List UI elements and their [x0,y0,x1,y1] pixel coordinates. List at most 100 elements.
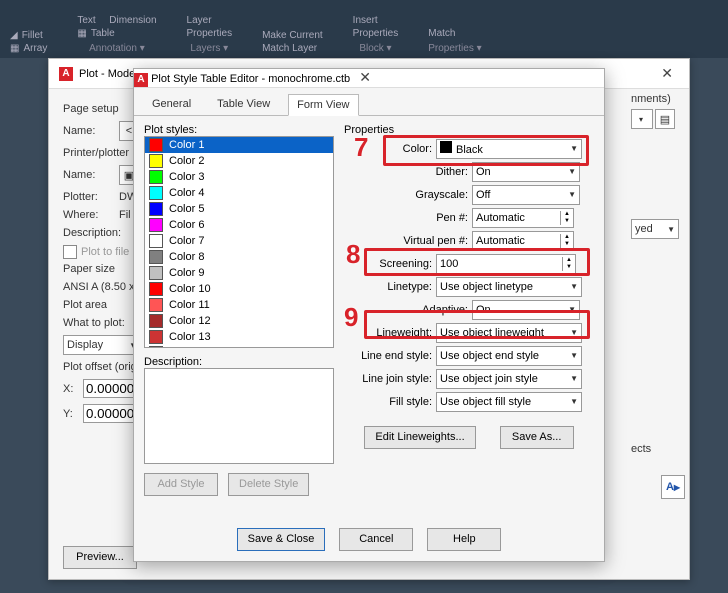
edit-lineweights-button[interactable]: Edit Lineweights... [364,426,475,449]
where-value: Fil [119,209,131,221]
line-join-label: Line join style: [344,373,432,385]
ribbon-text[interactable]: Text [77,15,95,26]
list-item[interactable]: Color 12 [145,313,333,329]
dither-select[interactable]: On▼ [472,162,580,182]
lineweight-select[interactable]: Use object lineweight▼ [436,323,582,343]
list-item-label: Color 3 [169,171,204,183]
color-swatch-icon [149,330,163,344]
pen-spinner[interactable]: Automatic▲▼ [472,208,574,228]
linetype-select[interactable]: Use object linetype▼ [436,277,582,297]
plot-to-file-checkbox[interactable] [63,245,77,259]
name-label: Name: [63,125,113,137]
fill-label: Fill style: [344,396,432,408]
ribbon-table[interactable]: ▦ Table [77,28,156,39]
ribbon-match-layer[interactable]: Match Layer [262,43,323,54]
delete-style-button: Delete Style [228,473,309,496]
save-as-button[interactable]: Save As... [500,426,574,449]
ribbon-layers-label: Layers ▾ [187,41,233,54]
screening-label: Screening: [344,258,432,270]
line-join-select[interactable]: Use object join style▼ [436,369,582,389]
list-item-label: Color 8 [169,251,204,263]
color-swatch-icon [149,154,163,168]
list-item-label: Color 10 [169,283,211,295]
grayscale-select[interactable]: Off▼ [472,185,580,205]
color-swatch-icon [149,282,163,296]
description-textarea[interactable] [144,368,334,464]
orient-button[interactable]: A ▶ [661,475,685,499]
list-item-label: Color 2 [169,155,204,167]
list-item[interactable]: Color 11 [145,297,333,313]
list-item[interactable]: Color 5 [145,201,333,217]
color-swatch-icon [149,346,163,348]
ribbon-match[interactable]: Match [428,28,481,39]
list-item[interactable]: Color 3 [145,169,333,185]
list-item-label: Color 4 [169,187,204,199]
x-label: X: [63,383,77,395]
tab-table-view[interactable]: Table View [209,94,278,115]
list-item-label: Color 12 [169,315,211,327]
color-swatch-icon [149,314,163,328]
ribbon-insert[interactable]: Insert [353,15,399,26]
plot-style-editor-dialog: A Plot Style Table Editor - monochrome.c… [133,68,605,562]
screening-spinner[interactable]: 100▲▼ [436,254,576,274]
list-item[interactable]: Color 2 [145,153,333,169]
color-swatch-icon [149,298,163,312]
vpen-spinner[interactable]: Automatic▲▼ [472,231,574,251]
color-swatch-icon [149,138,163,152]
color-label: Color: [344,143,432,155]
line-end-select[interactable]: Use object end style▼ [436,346,582,366]
plot-to-file-label: Plot to file [81,246,129,258]
yed-select[interactable]: yed▼ [631,219,679,239]
close-icon[interactable]: ✕ [655,65,679,82]
ribbon-make-current[interactable]: Make Current [262,30,323,41]
pste-title: Plot Style Table Editor - monochrome.ctb [151,73,350,85]
ribbon-fillet[interactable]: ◢ Fillet [10,30,47,41]
fill-select[interactable]: Use object fill style▼ [436,392,582,412]
list-item[interactable]: Color 7 [145,233,333,249]
list-item-label: Color 5 [169,203,204,215]
cancel-button[interactable]: Cancel [339,528,413,551]
close-icon[interactable]: ✕ [353,69,377,85]
ribbon-array[interactable]: ▦ Array [10,43,47,54]
help-button[interactable]: Help [427,528,501,551]
list-item-label: Color 9 [169,267,204,279]
list-item[interactable]: Color 13 [145,329,333,345]
list-item[interactable]: Color 8 [145,249,333,265]
plot-styles-list[interactable]: Color 1 Color 2 Color 3 Color 4 Color 5 Color… [144,136,334,348]
preview-button[interactable]: Preview... [63,546,137,569]
list-item[interactable]: Color 4 [145,185,333,201]
ribbon-dimension[interactable]: Dimension [109,15,156,26]
ribbon-properties[interactable]: Properties [187,28,233,39]
color-swatch-icon [149,250,163,264]
color-select[interactable]: Black▼ [436,139,582,159]
tab-form-view[interactable]: Form View [288,94,358,116]
paper-size-value[interactable]: ANSI A (8.50 x [63,281,135,293]
list-item[interactable]: Color 9 [145,265,333,281]
color-swatch-icon [149,186,163,200]
list-item[interactable]: Color 10 [145,281,333,297]
add-style-button: Add Style [144,473,218,496]
autocad-logo-icon: A [59,67,73,81]
ects-text: ects [631,443,651,455]
adaptive-select[interactable]: On▼ [472,300,580,320]
right-tool[interactable]: ▤ [655,109,675,129]
what-to-plot-select[interactable]: Display▼ [63,335,141,355]
nments-text: nments) [631,93,671,105]
line-end-label: Line end style: [344,350,432,362]
name2-label: Name: [63,169,113,181]
ribbon-properties2[interactable]: Properties [353,28,399,39]
ribbon-annotation-label: Annotation ▾ [77,41,156,54]
list-item-label: Color 11 [169,299,210,311]
plot-styles-label: Plot styles: [144,124,334,136]
list-item[interactable]: Color 1 [145,137,333,153]
right-select[interactable]: ▾ [631,109,653,129]
what-to-plot-label: What to plot: [63,317,125,329]
plotter-label: Plotter: [63,191,113,203]
list-item-label: Color 14 [169,347,211,348]
list-item[interactable]: Color 14 [145,345,333,348]
tab-general[interactable]: General [144,94,199,115]
ribbon-layer[interactable]: Layer [187,15,212,26]
list-item-label: Color 6 [169,219,204,231]
list-item[interactable]: Color 6 [145,217,333,233]
save-close-button[interactable]: Save & Close [237,528,326,551]
